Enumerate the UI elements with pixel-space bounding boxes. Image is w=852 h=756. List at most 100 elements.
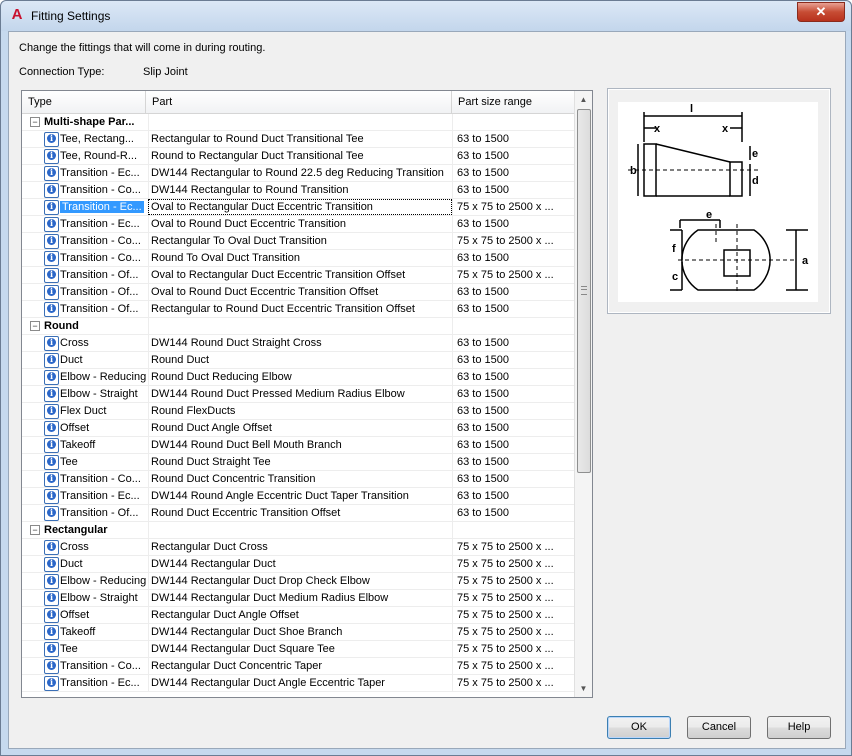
table-row[interactable]: Offset Rectangular Duct Angle Offset75 x … xyxy=(22,607,574,624)
table-row[interactable]: Transition - Co... Rectangular To Oval Du… xyxy=(22,233,574,250)
part-cell[interactable]: Round FlexDucts xyxy=(148,403,452,419)
table-row[interactable]: Transition - Co... Rectangular Duct Conce… xyxy=(22,658,574,675)
info-icon[interactable] xyxy=(44,200,59,215)
group-row[interactable]: − Multi-shape Par... xyxy=(22,114,574,131)
part-cell[interactable]: Round Duct Straight Tee xyxy=(148,454,452,470)
table-row[interactable]: Transition - Of... Rectangular to Round D… xyxy=(22,301,574,318)
part-cell[interactable]: DW144 Rectangular Duct Drop Check Elbow xyxy=(148,573,452,589)
info-icon[interactable] xyxy=(44,370,59,385)
info-icon[interactable] xyxy=(44,404,59,419)
table-row[interactable]: Flex Duct Round FlexDucts63 to 1500 xyxy=(22,403,574,420)
table-row[interactable]: Duct Round Duct63 to 1500 xyxy=(22,352,574,369)
part-cell[interactable]: Rectangular Duct Cross xyxy=(148,539,452,555)
collapse-icon[interactable]: − xyxy=(30,321,40,331)
part-cell[interactable]: Round Duct Eccentric Transition Offset xyxy=(148,505,452,521)
table-row[interactable]: Cross Rectangular Duct Cross75 x 75 to 25… xyxy=(22,539,574,556)
part-cell[interactable]: DW144 Rectangular Duct Shoe Branch xyxy=(148,624,452,640)
info-icon[interactable] xyxy=(44,608,59,623)
table-row[interactable]: Tee DW144 Rectangular Duct Square Tee75 x… xyxy=(22,641,574,658)
part-cell[interactable]: DW144 Rectangular Duct Square Tee xyxy=(148,641,452,657)
part-cell[interactable]: Round Duct Reducing Elbow xyxy=(148,369,452,385)
table-row[interactable]: Transition - Co... DW144 Rectangular to R… xyxy=(22,182,574,199)
info-icon[interactable] xyxy=(44,421,59,436)
info-icon[interactable] xyxy=(44,132,59,147)
info-icon[interactable] xyxy=(44,149,59,164)
scroll-down-arrow-icon[interactable]: ▼ xyxy=(575,680,592,697)
table-row[interactable]: Transition - Ec... DW144 Rectangular to R… xyxy=(22,165,574,182)
info-icon[interactable] xyxy=(44,591,59,606)
table-row[interactable]: Takeoff DW144 Rectangular Duct Shoe Branc… xyxy=(22,624,574,641)
info-icon[interactable] xyxy=(44,455,59,470)
table-row[interactable]: Transition - Of... Oval to Rectangular Du… xyxy=(22,267,574,284)
table-row[interactable]: Elbow - ReducingRound Duct Reducing Elbo… xyxy=(22,369,574,386)
column-header-part[interactable]: Part xyxy=(146,91,452,113)
info-icon[interactable] xyxy=(44,557,59,572)
info-icon[interactable] xyxy=(44,489,59,504)
part-cell[interactable]: DW144 Round Duct Pressed Medium Radius E… xyxy=(148,386,452,402)
part-cell[interactable]: Round Duct Concentric Transition xyxy=(148,471,452,487)
part-cell[interactable]: Round Duct xyxy=(148,352,452,368)
part-cell[interactable]: DW144 Rectangular Duct Angle Eccentric T… xyxy=(148,675,452,691)
part-cell[interactable]: Oval to Round Duct Eccentric Transition xyxy=(148,216,452,232)
part-cell[interactable]: Rectangular to Round Duct Transitional T… xyxy=(148,131,452,147)
part-cell[interactable]: DW144 Rectangular to Round Transition xyxy=(148,182,452,198)
vertical-scrollbar[interactable]: ▲ ▼ xyxy=(574,91,592,697)
part-cell[interactable]: DW144 Round Duct Straight Cross xyxy=(148,335,452,351)
info-icon[interactable] xyxy=(44,506,59,521)
table-row[interactable]: Tee, Rectang... Rectangular to Round Duct… xyxy=(22,131,574,148)
info-icon[interactable] xyxy=(44,540,59,555)
part-cell[interactable]: Oval to Round Duct Eccentric Transition … xyxy=(148,284,452,300)
info-icon[interactable] xyxy=(44,183,59,198)
table-row[interactable]: Offset Round Duct Angle Offset63 to 1500 xyxy=(22,420,574,437)
scroll-up-arrow-icon[interactable]: ▲ xyxy=(575,91,592,108)
table-row[interactable]: Transition - Co... Round To Oval Duct Tra… xyxy=(22,250,574,267)
part-cell[interactable]: Round to Rectangular Duct Transitional T… xyxy=(148,148,452,164)
table-row[interactable]: Cross DW144 Round Duct Straight Cross63 t… xyxy=(22,335,574,352)
part-cell[interactable]: Rectangular Duct Angle Offset xyxy=(148,607,452,623)
info-icon[interactable] xyxy=(44,625,59,640)
table-row[interactable]: Transition - Ec... Oval to Rectangular Du… xyxy=(22,199,574,216)
close-button[interactable]: ✕ xyxy=(797,2,845,22)
column-header-type[interactable]: Type xyxy=(22,91,146,113)
info-icon[interactable] xyxy=(44,676,59,691)
part-cell[interactable]: Rectangular to Round Duct Eccentric Tran… xyxy=(148,301,452,317)
table-row[interactable]: Transition - Co... Round Duct Concentric … xyxy=(22,471,574,488)
column-header-size-range[interactable]: Part size range xyxy=(452,91,574,113)
info-icon[interactable] xyxy=(44,438,59,453)
info-icon[interactable] xyxy=(44,251,59,266)
info-icon[interactable] xyxy=(44,166,59,181)
part-cell[interactable]: DW144 Rectangular Duct Medium Radius Elb… xyxy=(148,590,452,606)
table-row[interactable]: Transition - Of... Round Duct Eccentric T… xyxy=(22,505,574,522)
cancel-button[interactable]: Cancel xyxy=(687,716,751,739)
table-row[interactable]: Tee Round Duct Straight Tee63 to 1500 xyxy=(22,454,574,471)
table-row[interactable]: Elbow - ReducingDW144 Rectangular Duct D… xyxy=(22,573,574,590)
table-row[interactable]: Transition - Ec... DW144 Round Angle Ecce… xyxy=(22,488,574,505)
info-icon[interactable] xyxy=(44,574,59,589)
table-row[interactable]: Transition - Ec... DW144 Rectangular Duct… xyxy=(22,675,574,692)
help-button[interactable]: Help xyxy=(767,716,831,739)
table-row[interactable]: Tee, Round-R... Round to Rectangular Duct… xyxy=(22,148,574,165)
part-cell[interactable]: DW144 Rectangular Duct xyxy=(148,556,452,572)
table-row[interactable]: Duct DW144 Rectangular Duct75 x 75 to 250… xyxy=(22,556,574,573)
collapse-icon[interactable]: − xyxy=(30,117,40,127)
info-icon[interactable] xyxy=(44,336,59,351)
part-cell[interactable]: Round To Oval Duct Transition xyxy=(148,250,452,266)
group-row[interactable]: − Rectangular xyxy=(22,522,574,539)
table-row[interactable]: Elbow - Straight DW144 Rectangular Duct M… xyxy=(22,590,574,607)
group-row[interactable]: − Round xyxy=(22,318,574,335)
table-row[interactable]: Transition - Ec... Oval to Round Duct Ecc… xyxy=(22,216,574,233)
part-cell[interactable]: Round Duct Angle Offset xyxy=(148,420,452,436)
part-cell[interactable]: Oval to Rectangular Duct Eccentric Trans… xyxy=(148,267,452,283)
info-icon[interactable] xyxy=(44,472,59,487)
part-cell[interactable]: Rectangular Duct Concentric Taper xyxy=(148,658,452,674)
part-cell[interactable]: DW144 Rectangular to Round 22.5 deg Redu… xyxy=(148,165,452,181)
info-icon[interactable] xyxy=(44,659,59,674)
table-row[interactable]: Transition - Of... Oval to Round Duct Ecc… xyxy=(22,284,574,301)
scrollbar-thumb[interactable] xyxy=(577,109,591,473)
part-cell[interactable]: DW144 Round Duct Bell Mouth Branch xyxy=(148,437,452,453)
info-icon[interactable] xyxy=(44,642,59,657)
fittings-grid[interactable]: Type Part Part size range − Multi-shape P… xyxy=(21,90,593,698)
info-icon[interactable] xyxy=(44,387,59,402)
table-row[interactable]: Elbow - Straight DW144 Round Duct Pressed… xyxy=(22,386,574,403)
info-icon[interactable] xyxy=(44,353,59,368)
